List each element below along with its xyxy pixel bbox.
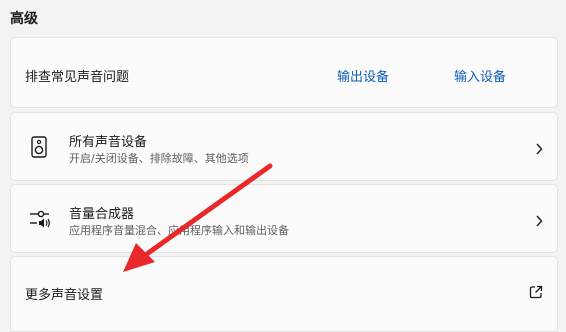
troubleshoot-label: 排查常见声音问题 [25,70,130,85]
all-sound-devices-subtitle: 开启/关闭设备、排除故障、其他选项 [69,152,249,165]
volume-mixer-title: 音量合成器 [69,207,135,222]
chevron-right-icon [535,212,543,231]
all-sound-devices-title: 所有声音设备 [69,135,148,150]
output-devices-link[interactable]: 输出设备 [337,66,389,85]
chevron-right-icon [535,140,543,159]
external-link-icon [529,284,543,303]
more-sound-settings-label: 更多声音设置 [25,288,104,303]
section-title: 高级 [10,11,38,27]
troubleshoot-card: 排查常见声音问题 输出设备 输入设备 [10,37,558,108]
input-devices-link[interactable]: 输入设备 [454,66,506,85]
mixer-icon [29,209,51,233]
more-sound-settings-card[interactable]: 更多声音设置 [10,256,558,332]
volume-mixer-card[interactable]: 音量合成器 应用程序音量混合、应用程序输入和输出设备 [10,184,558,253]
all-sound-devices-card[interactable]: 所有声音设备 开启/关闭设备、排除故障、其他选项 [10,112,558,181]
speaker-icon [31,136,47,162]
volume-mixer-subtitle: 应用程序音量混合、应用程序输入和输出设备 [69,224,289,237]
